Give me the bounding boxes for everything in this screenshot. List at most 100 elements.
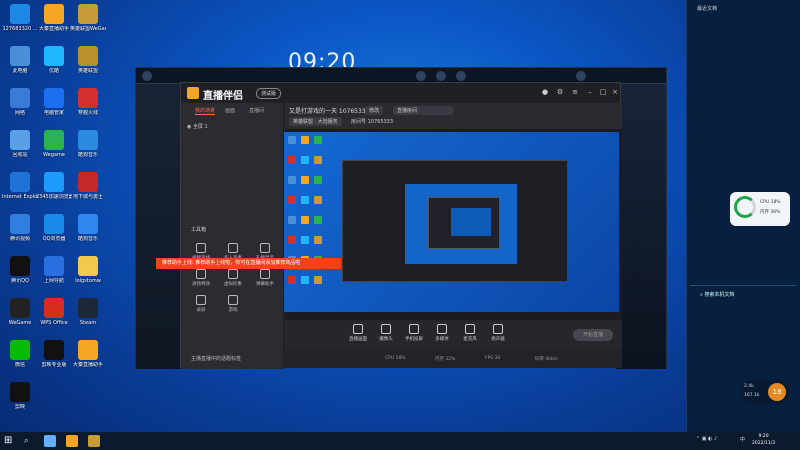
tool-button[interactable]: 录屏 (187, 295, 215, 313)
source-button[interactable]: 直播画面 (345, 324, 371, 342)
source-button[interactable]: 扬声器 (485, 324, 511, 342)
captured-desktop-3 (451, 208, 491, 236)
desktop-icon[interactable]: 酷狗音乐 (70, 214, 106, 242)
app-icon (10, 298, 30, 318)
minimize-icon[interactable]: – (586, 88, 594, 96)
status-bar: CPU 18% 内存 32% FPS 30 码率 0kb/s (285, 350, 622, 368)
desktop-icon[interactable]: 英雄联盟WeGame版 (70, 4, 106, 32)
captured-app-icon (314, 176, 322, 184)
game-nav-icon[interactable] (416, 71, 426, 81)
search-icon[interactable]: ⌕ (24, 435, 36, 447)
desktop-icon[interactable]: 大秦直播助手 (36, 4, 72, 32)
close-icon[interactable]: × (611, 88, 619, 96)
menu-icon[interactable]: ≡ (571, 88, 579, 96)
tool-icon (196, 295, 206, 305)
tool-icon (228, 295, 238, 305)
tray-icons[interactable]: ⌃ ▣ ◐ ♪ (696, 436, 717, 442)
scene-item[interactable]: ◉ 全屏 1 (187, 123, 208, 130)
upload-speed: 2.4k (744, 384, 754, 389)
desktop-icon[interactable]: Wegame (36, 130, 72, 158)
desktop-icon-label: 英雄联盟WeGame版 (70, 26, 106, 32)
app-icon (10, 88, 30, 108)
source-button[interactable]: 手机投屏 (401, 324, 427, 342)
tool-button[interactable]: 虚拟形象 (219, 269, 247, 287)
desktop-icon[interactable]: 微信 (2, 340, 38, 368)
desktop-icon-label: 腾讯视频 (9, 236, 30, 242)
desktop-icon[interactable]: lolgstomw (70, 256, 106, 284)
system-monitor-widget[interactable]: CPU 18% 内存 36% (730, 192, 790, 226)
recent-docs-title: 最近文档 (697, 6, 718, 12)
desktop-icon[interactable]: 回收站 (2, 130, 38, 158)
game-nav-icon[interactable] (436, 71, 446, 81)
desktop-icon[interactable]: WeGame (2, 298, 38, 326)
network-speed-widget[interactable]: 2.4k 167.1k 18 (740, 380, 790, 404)
app-icon (78, 214, 98, 234)
desktop-icon[interactable]: 网络 (2, 88, 38, 116)
notification-toast[interactable]: 推荐助手上线: 推荐助手上线啦，你可在直播间添加推荐商品啦 (156, 258, 341, 269)
ime-indicator[interactable]: 中 (740, 436, 745, 443)
desktop-icon[interactable]: 此电脑 (2, 46, 38, 74)
desktop-icon[interactable]: 大秦直播助手 (70, 340, 106, 368)
desktop-icon[interactable]: WPS Office (36, 298, 72, 326)
desktop-icon[interactable]: Steam (70, 298, 106, 326)
desktop-icon[interactable]: 腾讯视频 (2, 214, 38, 242)
app-icon (78, 4, 98, 24)
speed-badge: 18 (768, 383, 786, 401)
desktop-icon[interactable]: 地下城与勇士 (70, 172, 106, 200)
footer-hint[interactable]: 主播直播中的话题标签 (191, 355, 241, 362)
room-info-bar: 又是打游戏的一天 10765333 修改 直播房间 英雄联盟 · 大陆服务 房间… (285, 103, 622, 129)
room-settings-button[interactable]: 直播房间 (393, 106, 453, 115)
tool-label: 弹幕助手 (256, 282, 274, 287)
desktop-icon[interactable]: 2345加速浏览器 (36, 172, 72, 200)
game-nav-icon[interactable] (456, 71, 466, 81)
desktop-icon[interactable]: 穿越火线 (70, 88, 106, 116)
desktop-icon[interactable]: 优酷 (36, 46, 72, 74)
captured-app-icon (301, 276, 309, 284)
notice-icon[interactable]: ● (541, 88, 549, 96)
desktop-icon-label: 优酷 (48, 68, 59, 74)
desktop-icon[interactable]: 腾讯QQ (2, 256, 38, 284)
source-button[interactable]: 摄像头 (373, 324, 399, 342)
settings-icon[interactable]: ⚙ (556, 88, 564, 96)
scene-sidebar: 我的场景 画面 直播间 ◉ 全屏 1 (181, 103, 284, 369)
tool-button[interactable]: 游戏 (219, 295, 247, 313)
desktop-icon-label: 大秦直播助手 (38, 26, 69, 32)
tab-picture[interactable]: 画面 (225, 107, 235, 114)
eye-icon[interactable]: ◉ (187, 124, 191, 130)
desktop-icon-label: 电脑管家 (43, 110, 64, 116)
desktop-icon[interactable]: Internet Explorer (2, 172, 38, 200)
edit-room-button[interactable]: 修改 (365, 106, 384, 115)
source-button[interactable]: 麦克风 (457, 324, 483, 342)
game-avatar-icon[interactable] (576, 71, 586, 81)
desktop-icon[interactable]: 剪映专业版 (36, 340, 72, 368)
version-badge[interactable]: 测试版 (256, 88, 282, 99)
start-icon[interactable]: ⊞ (4, 435, 16, 447)
tool-button[interactable]: 进场特效 (187, 269, 215, 287)
desktop-icon[interactable]: QQ浏览器 (36, 214, 72, 242)
start-live-button[interactable]: 开始直播 (573, 329, 613, 341)
source-button[interactable]: 多媒体 (429, 324, 455, 342)
taskview-icon[interactable] (44, 435, 56, 447)
desktop-icon[interactable]: 酷狗音乐 (70, 130, 106, 158)
desktop-icon[interactable]: 剪映 (2, 382, 38, 410)
desktop-icon[interactable]: 127683320 ... (2, 4, 38, 32)
live-helper-taskbar-icon[interactable] (66, 435, 78, 447)
category-tag[interactable]: 英雄联盟 · 大陆服务 (289, 117, 342, 126)
captured-app-icon (288, 216, 296, 224)
desktop-icon[interactable]: 电脑管家 (36, 88, 72, 116)
maximize-icon[interactable]: □ (599, 88, 607, 96)
app-logo-icon (187, 87, 199, 99)
desktop-icon-label: 大秦直播助手 (72, 362, 103, 368)
game-taskbar-icon[interactable] (88, 435, 100, 447)
desktop-icon[interactable]: 上网导航 (36, 256, 72, 284)
tab-scenes[interactable]: 我的场景 (195, 107, 216, 115)
app-icon (44, 214, 64, 234)
game-left-art (136, 84, 181, 369)
app-icon (78, 130, 98, 150)
taskbar-clock[interactable]: 9:20 2022/11/3 (752, 433, 775, 447)
desktop-icon[interactable]: 英雄联盟 (70, 46, 106, 74)
tab-room[interactable]: 直播间 (249, 107, 264, 114)
source-label: 摄像头 (379, 337, 393, 342)
tool-button[interactable]: 弹幕助手 (251, 269, 279, 287)
search-local-docs-button[interactable]: ⌕ 搜索本机文档 (700, 291, 734, 298)
